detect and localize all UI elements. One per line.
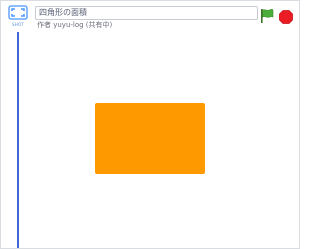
fullscreen-button[interactable]: SHOT [7,5,29,29]
green-flag-icon [261,9,274,23]
fullscreen-icon [8,5,28,20]
pen-line [17,32,19,248]
orange-rectangle [95,103,205,174]
green-flag-button[interactable] [259,8,275,24]
player-header: SHOT 四角形の面積 作者 yuyu-log (共有中) [1,1,299,31]
stop-icon [279,10,293,24]
stop-button[interactable] [279,9,293,24]
fullscreen-label: SHOT [12,22,24,27]
author-info: 作者 yuyu-log (共有中) [37,21,113,29]
project-title-field[interactable]: 四角形の面積 [35,6,258,20]
stage-canvas[interactable] [1,32,299,248]
player-window: SHOT 四角形の面積 作者 yuyu-log (共有中) [0,0,300,249]
